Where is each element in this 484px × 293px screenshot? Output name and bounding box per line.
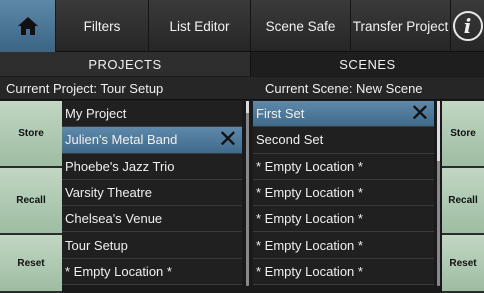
project-reset-button[interactable]: Reset	[0, 235, 62, 293]
current-scene-label: Current Scene: New Scene	[251, 77, 484, 100]
scene-row[interactable]: * Empty Location *	[253, 232, 434, 259]
scenes-list: First Set ✕ Second Set * Empty Location …	[253, 101, 434, 286]
scene-actions: Store Recall Reset	[442, 101, 484, 293]
delete-icon[interactable]: ✕	[410, 101, 430, 126]
project-row[interactable]: Varsity Theatre	[62, 179, 242, 207]
project-row[interactable]: My Project	[62, 101, 242, 128]
scene-row[interactable]: Second Set	[253, 127, 434, 154]
project-row-label: Varsity Theatre	[65, 185, 152, 201]
scene-row[interactable]: * Empty Location *	[253, 179, 434, 207]
transfer-project-button[interactable]: Transfer Project	[351, 0, 451, 52]
scene-row-label: * Empty Location *	[256, 158, 363, 174]
scene-store-button[interactable]: Store	[442, 101, 484, 168]
project-recall-button[interactable]: Recall	[0, 168, 62, 235]
scene-row[interactable]: * Empty Location *	[253, 258, 434, 286]
project-row[interactable]: Phoebe's Jazz Trio	[62, 153, 242, 180]
scene-row-label: First Set	[256, 106, 305, 122]
scene-row-label: * Empty Location *	[256, 263, 363, 279]
info-button[interactable]: i	[451, 0, 484, 51]
scene-safe-button[interactable]: Scene Safe	[251, 0, 351, 52]
project-row[interactable]: Chelsea's Venue	[62, 206, 242, 233]
scene-row-label: Second Set	[256, 132, 324, 148]
info-icon: i	[452, 10, 483, 41]
scene-reset-button[interactable]: Reset	[442, 235, 484, 293]
scene-row[interactable]: * Empty Location *	[253, 153, 434, 180]
project-row-selected[interactable]: Julien's Metal Band ✕	[62, 127, 242, 154]
scenes-header[interactable]: SCENES	[251, 52, 484, 76]
projects-header[interactable]: PROJECTS	[0, 52, 251, 76]
top-toolbar: Filters List Editor Scene Safe Transfer …	[0, 0, 484, 52]
project-store-button[interactable]: Store	[0, 101, 62, 168]
list-editor-button[interactable]: List Editor	[149, 0, 251, 52]
home-icon	[17, 17, 38, 35]
project-row[interactable]: * Empty Location *	[62, 258, 242, 286]
projects-list: My Project Julien's Metal Band ✕ Phoebe'…	[62, 101, 242, 286]
projects-scrollbar[interactable]	[246, 101, 249, 286]
scroll-thumb[interactable]	[437, 101, 440, 161]
scene-recall-button[interactable]: Recall	[442, 168, 484, 235]
scenes-scrollbar[interactable]	[437, 101, 440, 286]
delete-icon[interactable]: ✕	[218, 127, 238, 152]
project-row-label: * Empty Location *	[65, 263, 172, 279]
home-button[interactable]	[0, 0, 56, 52]
project-row-label: Julien's Metal Band	[65, 132, 178, 148]
scene-row-label: * Empty Location *	[256, 211, 363, 227]
project-row-label: Chelsea's Venue	[65, 211, 163, 227]
scroll-thumb[interactable]	[246, 101, 249, 113]
project-row[interactable]: Tour Setup	[62, 232, 242, 259]
project-row-label: Phoebe's Jazz Trio	[65, 158, 175, 174]
scene-row-selected[interactable]: First Set ✕	[253, 101, 434, 128]
scene-row-label: * Empty Location *	[256, 237, 363, 253]
project-row-label: My Project	[65, 106, 127, 122]
scene-row[interactable]: * Empty Location *	[253, 206, 434, 233]
project-row-label: Tour Setup	[65, 237, 128, 253]
filters-button[interactable]: Filters	[56, 0, 149, 52]
current-project-label: Current Project: Tour Setup	[0, 77, 251, 100]
project-actions: Store Recall Reset	[0, 101, 62, 293]
scene-row-label: * Empty Location *	[256, 185, 363, 201]
